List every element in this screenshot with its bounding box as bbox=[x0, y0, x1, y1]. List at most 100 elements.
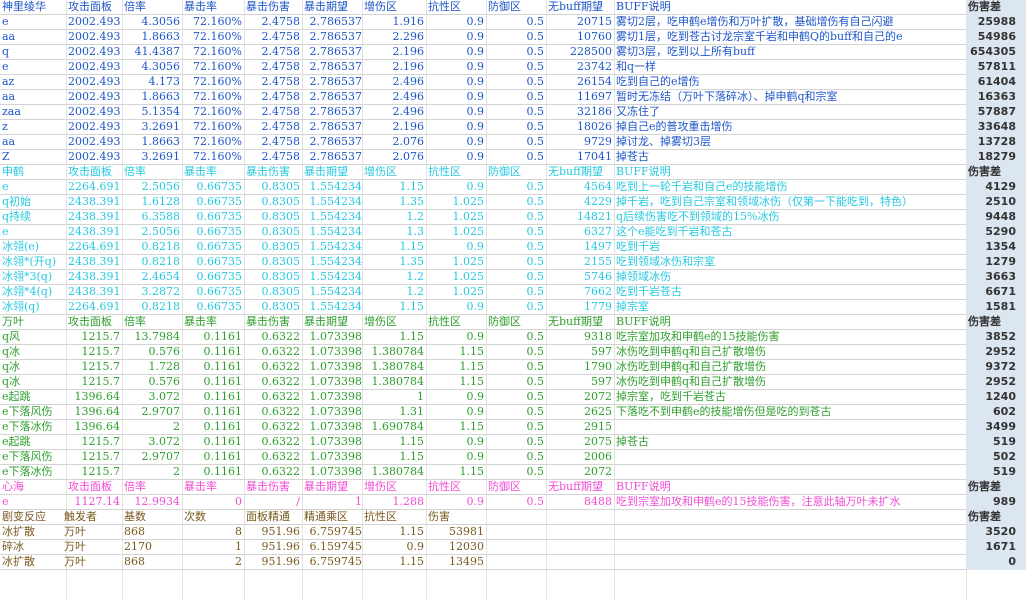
kazuha-cell[interactable]: 0.1161 bbox=[182, 465, 244, 480]
kazuha-cell[interactable]: e起跳 bbox=[0, 390, 66, 405]
reactions-cell[interactable]: 0.9 bbox=[362, 540, 426, 555]
ayaka-cell[interactable]: 2.196 bbox=[362, 120, 426, 135]
shenhe-cell[interactable]: 0.8218 bbox=[122, 240, 182, 255]
kazuha-cell[interactable]: 1215.7 bbox=[66, 465, 122, 480]
shenhe-cell[interactable]: 6.3588 bbox=[122, 210, 182, 225]
kazuha-cell[interactable]: 0.6322 bbox=[244, 420, 302, 435]
ayaka-cell[interactable]: 0.9 bbox=[426, 45, 486, 60]
ayaka-header-cell[interactable]: 增伤区 bbox=[362, 0, 426, 15]
kazuha-cell[interactable]: 1.690784 bbox=[362, 420, 426, 435]
reactions-header-cell[interactable]: 抗性区 bbox=[362, 510, 426, 525]
ayaka-cell[interactable]: 掉讨龙、掉雾切3层 bbox=[614, 135, 966, 150]
reactions-cell[interactable]: 冰扩散 bbox=[0, 525, 62, 540]
kokomi-header-cell[interactable]: 心海 bbox=[0, 480, 66, 495]
kazuha-cell[interactable]: 1396.64 bbox=[66, 390, 122, 405]
reactions-cell[interactable]: 6.159745 bbox=[302, 540, 364, 555]
kazuha-cell[interactable]: 0.1161 bbox=[182, 435, 244, 450]
kokomi-header-cell[interactable]: 暴击伤害 bbox=[244, 480, 302, 495]
shenhe-cell[interactable]: 9448 bbox=[966, 210, 1026, 225]
ayaka-cell[interactable]: 0.9 bbox=[426, 150, 486, 165]
ayaka-cell[interactable]: 3.2691 bbox=[122, 150, 182, 165]
shenhe-header-cell[interactable]: 攻击面板 bbox=[66, 165, 122, 180]
kazuha-cell[interactable]: 0.1161 bbox=[182, 330, 244, 345]
shenhe-cell[interactable]: 2.5056 bbox=[122, 180, 182, 195]
kazuha-cell[interactable]: 1.380784 bbox=[362, 465, 426, 480]
kazuha-cell[interactable]: 1.15 bbox=[426, 465, 486, 480]
shenhe-cell[interactable]: 1.6128 bbox=[122, 195, 182, 210]
shenhe-cell[interactable]: q持续 bbox=[0, 210, 66, 225]
kazuha-cell[interactable]: 3.072 bbox=[122, 435, 182, 450]
shenhe-cell[interactable]: 0.66735 bbox=[182, 255, 244, 270]
shenhe-cell[interactable]: 5290 bbox=[966, 225, 1026, 240]
kazuha-cell[interactable]: 0.6322 bbox=[244, 330, 302, 345]
shenhe-cell[interactable]: 1.554234 bbox=[302, 300, 364, 315]
ayaka-cell[interactable]: 2.076 bbox=[362, 150, 426, 165]
kokomi-cell[interactable]: 8488 bbox=[546, 495, 614, 510]
reactions-header-cell[interactable]: 触发者 bbox=[62, 510, 122, 525]
kazuha-cell[interactable]: 0.5 bbox=[486, 390, 546, 405]
kazuha-cell[interactable]: 2075 bbox=[546, 435, 614, 450]
reactions-cell[interactable]: 冰扩散 bbox=[0, 555, 62, 570]
shenhe-cell[interactable]: 1.554234 bbox=[302, 210, 364, 225]
shenhe-header-cell[interactable]: 倍率 bbox=[122, 165, 182, 180]
ayaka-cell[interactable]: 2.786537 bbox=[302, 75, 364, 90]
ayaka-header-cell[interactable]: 攻击面板 bbox=[66, 0, 122, 15]
kazuha-cell[interactable]: 0.5 bbox=[486, 405, 546, 420]
ayaka-cell[interactable]: z bbox=[0, 120, 66, 135]
kazuha-cell[interactable]: 1.31 bbox=[362, 405, 426, 420]
kazuha-cell[interactable]: 0.5 bbox=[486, 375, 546, 390]
ayaka-cell[interactable]: 0.5 bbox=[486, 90, 546, 105]
ayaka-cell[interactable]: 20715 bbox=[546, 15, 614, 30]
shenhe-cell[interactable]: 1.2 bbox=[362, 270, 426, 285]
ayaka-cell[interactable]: 0.5 bbox=[486, 135, 546, 150]
ayaka-cell[interactable]: 18279 bbox=[966, 150, 1026, 165]
kazuha-cell[interactable]: 1.073398 bbox=[302, 360, 364, 375]
shenhe-cell[interactable]: 0.5 bbox=[486, 300, 546, 315]
ayaka-cell[interactable]: 掉苍古 bbox=[614, 150, 966, 165]
ayaka-cell[interactable]: 33648 bbox=[966, 120, 1026, 135]
ayaka-cell[interactable]: 0.5 bbox=[486, 150, 546, 165]
kokomi-header-cell[interactable]: 倍率 bbox=[122, 480, 182, 495]
kokomi-cell[interactable]: 0.9 bbox=[426, 495, 486, 510]
shenhe-cell[interactable]: 2438.391 bbox=[66, 195, 122, 210]
ayaka-cell[interactable]: 2.786537 bbox=[302, 120, 364, 135]
kokomi-cell[interactable]: 0 bbox=[182, 495, 244, 510]
shenhe-cell[interactable]: 1.35 bbox=[362, 195, 426, 210]
shenhe-header-cell[interactable]: 申鹤 bbox=[0, 165, 66, 180]
kazuha-cell[interactable]: 597 bbox=[546, 345, 614, 360]
shenhe-cell[interactable]: 0.5 bbox=[486, 240, 546, 255]
kazuha-cell[interactable]: 0.1161 bbox=[182, 345, 244, 360]
ayaka-cell[interactable]: 72.160% bbox=[182, 150, 244, 165]
ayaka-cell[interactable]: 0.5 bbox=[486, 120, 546, 135]
reactions-cell[interactable]: 万叶 bbox=[62, 525, 122, 540]
kazuha-cell[interactable]: 1.073398 bbox=[302, 465, 364, 480]
shenhe-cell[interactable]: 0.8305 bbox=[244, 285, 302, 300]
shenhe-cell[interactable]: 2438.391 bbox=[66, 225, 122, 240]
kazuha-cell[interactable]: 1215.7 bbox=[66, 360, 122, 375]
kazuha-cell[interactable]: 0.6322 bbox=[244, 390, 302, 405]
ayaka-cell[interactable]: 暂时无冻结（万叶下落碎冰）、掉申鹤q和宗室 bbox=[614, 90, 966, 105]
ayaka-cell[interactable]: 2.496 bbox=[362, 90, 426, 105]
ayaka-cell[interactable]: 2002.493 bbox=[66, 105, 122, 120]
kokomi-header-cell[interactable]: BUFF说明 bbox=[614, 480, 966, 495]
ayaka-header-cell[interactable]: 暴击期望 bbox=[302, 0, 364, 15]
ayaka-cell[interactable]: 57811 bbox=[966, 60, 1026, 75]
kazuha-cell[interactable]: 0.1161 bbox=[182, 375, 244, 390]
ayaka-cell[interactable]: 2.4758 bbox=[244, 30, 302, 45]
ayaka-cell[interactable]: 2.4758 bbox=[244, 90, 302, 105]
ayaka-cell[interactable]: 0.9 bbox=[426, 60, 486, 75]
kazuha-cell[interactable]: 1.15 bbox=[426, 360, 486, 375]
kazuha-cell[interactable]: 1.380784 bbox=[362, 360, 426, 375]
shenhe-cell[interactable]: 0.9 bbox=[426, 180, 486, 195]
shenhe-cell[interactable]: 1.025 bbox=[426, 285, 486, 300]
kazuha-cell[interactable]: 2006 bbox=[546, 450, 614, 465]
shenhe-cell[interactable]: 冰翎*4(q) bbox=[0, 285, 66, 300]
reactions-cell[interactable]: 3520 bbox=[966, 525, 1026, 540]
shenhe-header-cell[interactable]: 暴击率 bbox=[182, 165, 244, 180]
kazuha-cell[interactable]: 3.072 bbox=[122, 390, 182, 405]
kazuha-cell[interactable]: 0.9 bbox=[426, 330, 486, 345]
ayaka-cell[interactable]: 54986 bbox=[966, 30, 1026, 45]
kazuha-cell[interactable]: 1.380784 bbox=[362, 345, 426, 360]
shenhe-cell[interactable]: 吃到领域冰伤和宗室 bbox=[614, 255, 966, 270]
kazuha-cell[interactable]: 1.073398 bbox=[302, 405, 364, 420]
